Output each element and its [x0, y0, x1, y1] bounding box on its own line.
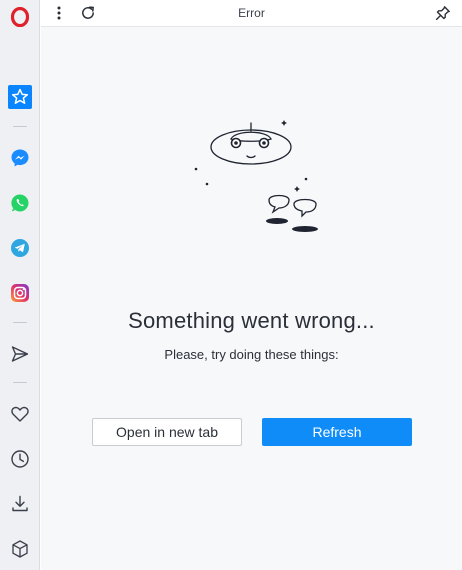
sidebar-item-messenger[interactable]	[0, 141, 40, 175]
sidebar-item-extensions[interactable]	[0, 532, 40, 566]
sidebar-item-send[interactable]	[0, 337, 40, 371]
send-icon	[10, 344, 30, 364]
cube-icon	[10, 539, 30, 559]
star-icon	[8, 85, 32, 109]
sidebar-divider	[13, 382, 27, 383]
heart-icon	[10, 404, 30, 424]
error-heading: Something went wrong...	[128, 308, 375, 333]
opera-logo-icon[interactable]	[0, 0, 40, 34]
instagram-icon	[10, 283, 30, 303]
ufo-illustration	[191, 112, 321, 237]
pin-icon[interactable]	[432, 2, 454, 24]
sidebar-item-speed-dial[interactable]	[0, 80, 40, 114]
sidebar-item-whatsapp[interactable]	[0, 186, 40, 220]
panel-title: Error	[238, 6, 265, 20]
download-icon	[10, 494, 30, 514]
refresh-button[interactable]: Refresh	[262, 418, 412, 446]
sidebar-divider	[13, 126, 27, 127]
sidebar	[0, 0, 40, 570]
telegram-icon	[10, 238, 30, 258]
sidebar-item-telegram[interactable]	[0, 231, 40, 265]
sidebar-item-instagram[interactable]	[0, 276, 40, 310]
main-panel: Error Something went wrong... Please, tr…	[41, 0, 462, 570]
sidebar-divider	[13, 322, 27, 323]
sidebar-item-downloads[interactable]	[0, 487, 40, 521]
app-window: Error Something went wrong... Please, tr…	[0, 0, 462, 570]
sidebar-item-favorites[interactable]	[0, 397, 40, 431]
error-subtext: Please, try doing these things:	[164, 347, 339, 362]
open-in-new-tab-button[interactable]: Open in new tab	[92, 418, 242, 446]
clock-icon	[10, 449, 30, 469]
whatsapp-icon	[10, 193, 30, 213]
sidebar-item-history[interactable]	[0, 442, 40, 476]
panel-topbar: Error	[41, 0, 462, 27]
messenger-icon	[10, 148, 30, 168]
